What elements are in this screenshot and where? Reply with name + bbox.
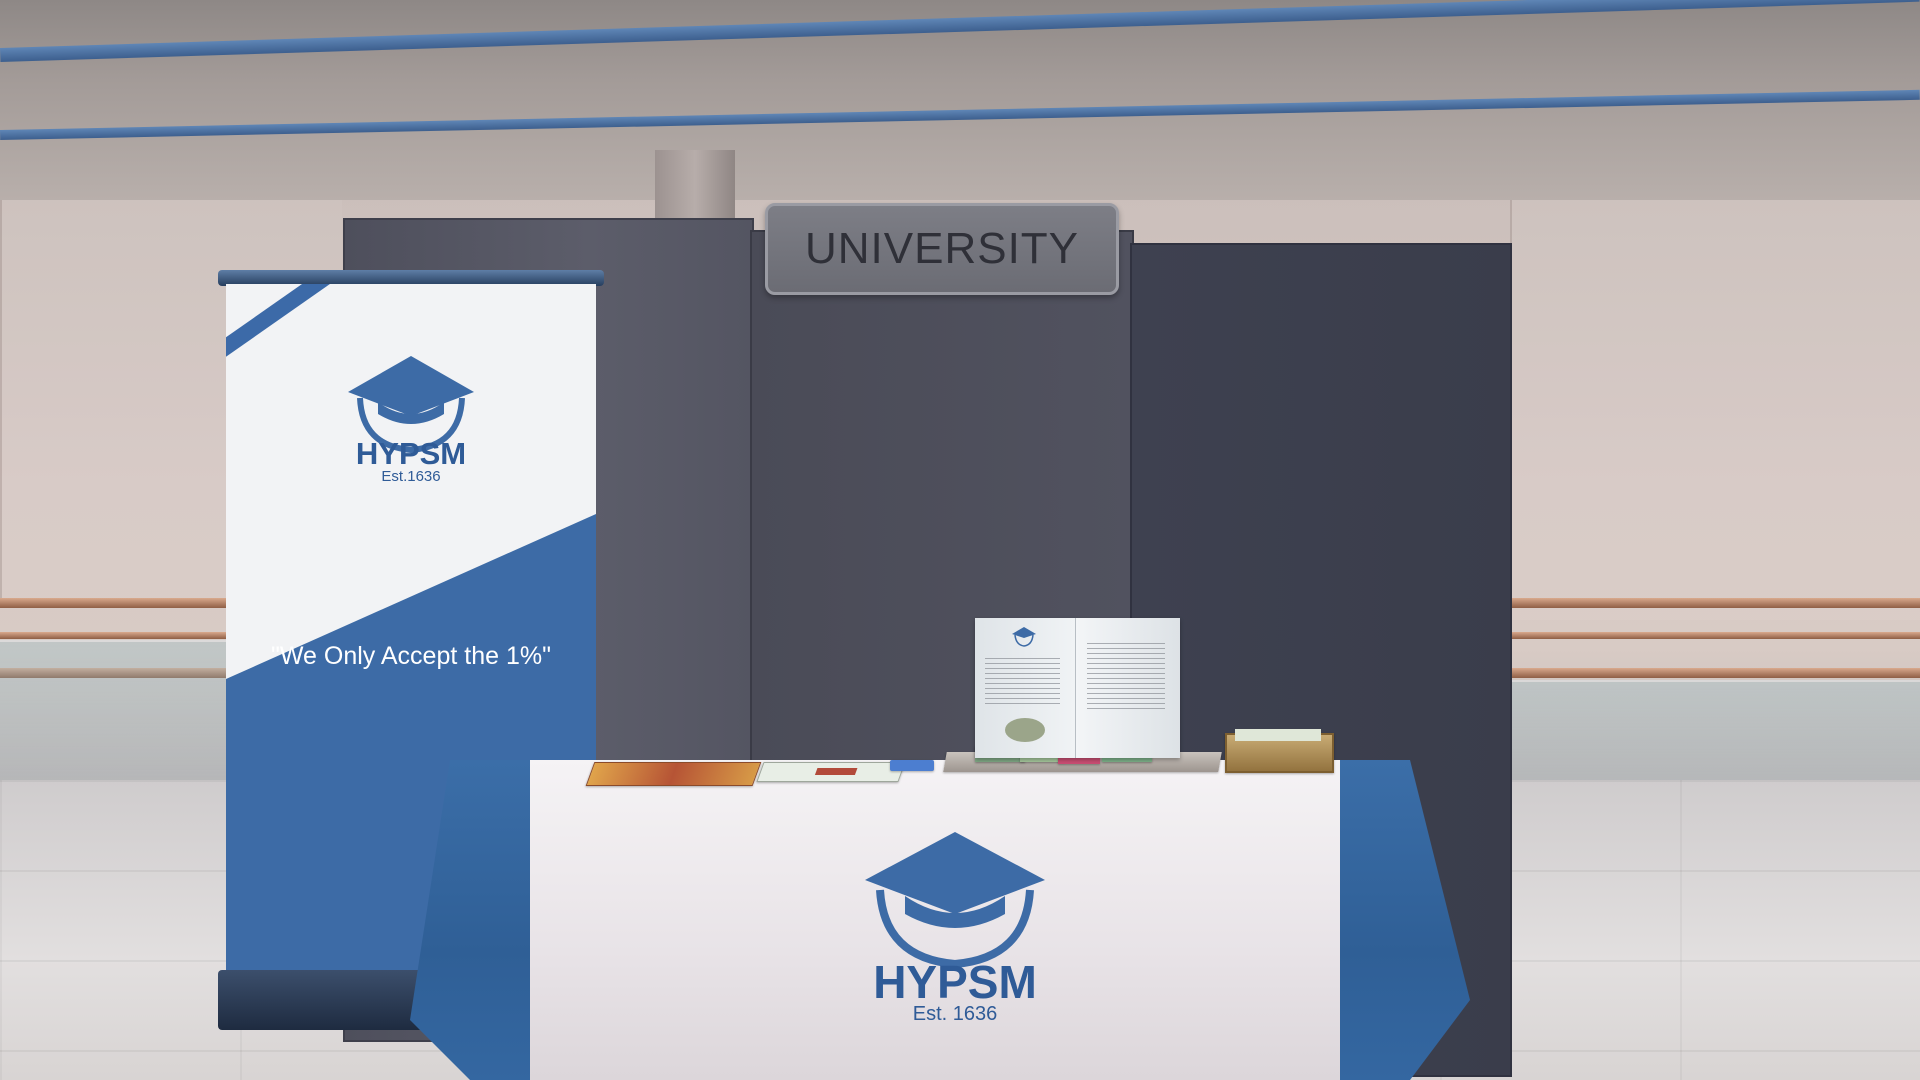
- business-card[interactable]: [890, 760, 934, 771]
- wall-panel: [1510, 200, 1920, 620]
- booklet-photo: [1005, 718, 1045, 742]
- university-sign: UNIVERSITY: [765, 203, 1119, 295]
- table-brand-name: HYPSM: [873, 956, 1037, 1008]
- open-booklet[interactable]: [975, 618, 1180, 758]
- card-box[interactable]: [1225, 729, 1334, 773]
- table-established: Est. 1636: [912, 1003, 998, 1025]
- graduation-cap-logo-icon: [1012, 627, 1036, 647]
- sign-text: UNIVERSITY: [804, 224, 1080, 273]
- banner-brand-name: HYPSM: [355, 436, 467, 471]
- banner-established: Est.1636: [381, 468, 441, 485]
- wall-column: [655, 150, 735, 220]
- glass-railing: [0, 640, 240, 787]
- booklet-text: [985, 658, 1060, 708]
- booth-scene: UNIVERSITY HYPSM Est.1636 "We Only Accep…: [0, 0, 1920, 1080]
- banner-slogan: "We Only Accept the 1%": [271, 642, 551, 670]
- booklet-text: [1087, 643, 1165, 713]
- banner-corner-stripe: [226, 284, 355, 371]
- brochure[interactable]: [585, 762, 762, 786]
- booklet-left-page: [975, 618, 1076, 758]
- brochure[interactable]: [756, 762, 906, 782]
